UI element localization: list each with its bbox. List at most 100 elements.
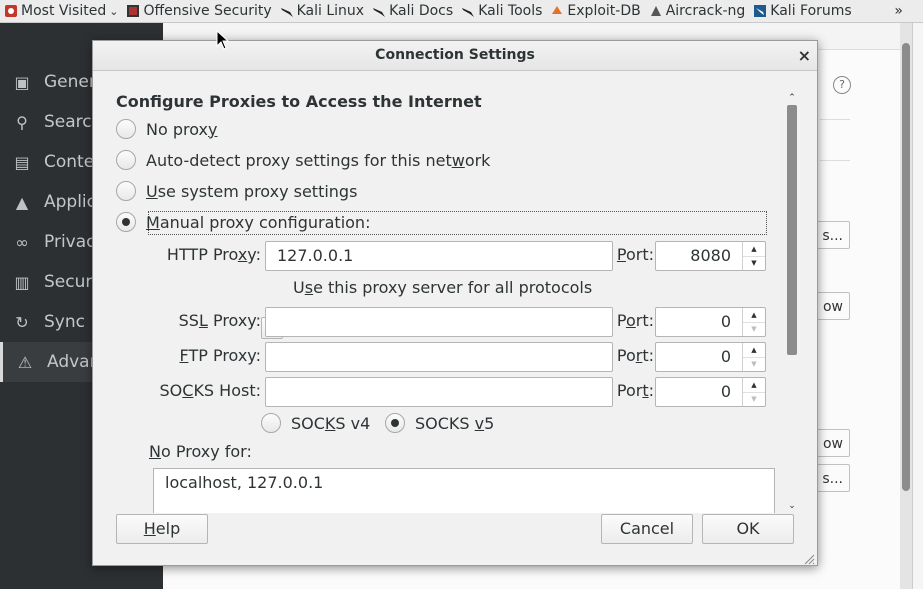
exploit-db-icon xyxy=(550,4,564,18)
scroll-down-icon[interactable]: ⌄ xyxy=(785,499,799,513)
option-label: Use system proxy settings xyxy=(146,181,358,201)
spin-down-icon[interactable]: ▼ xyxy=(743,256,765,270)
bookmark-most-visited[interactable]: Most Visited ⌄ xyxy=(0,0,122,22)
ssl-port-spinner[interactable]: 0 ▲ ▼ xyxy=(655,307,766,337)
help-button[interactable]: Help xyxy=(116,514,208,544)
socks-host-input[interactable] xyxy=(265,377,613,407)
bookmark-label: Exploit-DB xyxy=(567,3,641,19)
bookmark-label: Offensive Security xyxy=(143,3,272,19)
radio-button[interactable] xyxy=(116,150,136,170)
kali-dragon-icon xyxy=(372,4,386,18)
mouse-cursor-icon xyxy=(216,29,230,50)
preferences-scrollbar[interactable] xyxy=(900,23,912,589)
system-proxy-option[interactable]: Use system proxy settings xyxy=(116,181,357,201)
spin-up-icon[interactable]: ▲ xyxy=(743,308,765,323)
radio-button-selected[interactable] xyxy=(116,212,136,232)
port-value: 0 xyxy=(720,312,731,331)
bookmark-label: Kali Docs xyxy=(389,3,454,19)
spin-down-icon[interactable]: ▼ xyxy=(743,392,765,406)
bookmark-kali-docs[interactable]: Kali Docs xyxy=(368,0,457,22)
applications-icon: ▲ xyxy=(15,192,29,212)
security-lock-icon: ▥ xyxy=(14,272,30,292)
http-port-spinner[interactable]: 8080 ▲ ▼ xyxy=(655,241,766,271)
sidebar-item-label: Gener xyxy=(44,72,96,92)
radio-button[interactable] xyxy=(116,119,136,139)
radio-button[interactable] xyxy=(116,181,136,201)
scrollbar-thumb[interactable] xyxy=(787,105,797,355)
sidebar-item-label: Searc xyxy=(44,112,92,132)
search-icon: ⚲ xyxy=(16,112,28,132)
bookmark-label: Kali Tools xyxy=(478,3,543,19)
resize-grip-icon[interactable] xyxy=(803,551,815,565)
socks-v4-option[interactable]: SOCKS v4 xyxy=(261,413,370,433)
port-label: Port: xyxy=(616,245,654,264)
port-label: Port: xyxy=(616,346,654,365)
auto-detect-option[interactable]: Auto-detect proxy settings for this netw… xyxy=(116,150,490,170)
close-icon[interactable]: × xyxy=(798,41,811,70)
spin-down-icon[interactable]: ▼ xyxy=(743,357,765,371)
no-proxy-option[interactable]: No proxy xyxy=(116,119,217,139)
http-proxy-label: HTTP Proxy: xyxy=(166,245,261,264)
dialog-titlebar: Connection Settings × xyxy=(93,41,817,71)
socks-port-spinner[interactable]: 0 ▲ ▼ xyxy=(655,377,766,407)
sync-icon: ↻ xyxy=(15,312,29,332)
bookmark-kali-tools[interactable]: Kali Tools xyxy=(457,0,546,22)
scroll-up-icon[interactable]: ⌃ xyxy=(785,91,799,105)
ftp-port-spinner[interactable]: 0 ▲ ▼ xyxy=(655,342,766,372)
advanced-wizard-icon: ⚠ xyxy=(17,352,33,372)
option-label: Auto-detect proxy settings for this netw… xyxy=(146,150,491,170)
bookmarks-toolbar: Most Visited ⌄ Offensive Security Kali L… xyxy=(0,0,923,23)
general-icon: ▣ xyxy=(14,72,30,92)
option-label: SOCKS v5 xyxy=(415,413,495,433)
privacy-mask-icon: ∞ xyxy=(15,232,29,252)
divider xyxy=(820,160,850,161)
http-proxy-input[interactable]: 127.0.0.1 xyxy=(265,241,613,271)
bookmark-label: Kali Forums xyxy=(770,3,852,19)
port-value: 0 xyxy=(720,382,731,401)
dialog-title: Connection Settings xyxy=(375,47,535,63)
kali-forums-icon xyxy=(753,4,767,18)
section-heading: Configure Proxies to Access the Internet xyxy=(116,92,482,111)
no-proxy-for-label: No Proxy for: xyxy=(149,442,252,461)
manual-proxy-option[interactable]: Manual proxy configuration: xyxy=(116,212,370,232)
spin-up-icon[interactable]: ▲ xyxy=(743,378,765,393)
port-label: Port: xyxy=(616,381,654,400)
radio-button[interactable] xyxy=(261,413,281,433)
sidebar-item-label: Applic xyxy=(44,192,97,212)
bookmarks-overflow-button[interactable]: » xyxy=(894,0,903,22)
port-label: Port: xyxy=(616,311,654,330)
divider xyxy=(820,119,850,120)
bookmark-label: Kali Linux xyxy=(296,3,365,19)
option-label: Manual proxy configuration: xyxy=(146,212,371,232)
option-label: No proxy xyxy=(146,119,218,139)
bookmark-kali-linux[interactable]: Kali Linux xyxy=(276,0,368,22)
settings-gear-icon xyxy=(4,4,18,18)
socks-v5-option[interactable]: SOCKS v5 xyxy=(385,413,494,433)
all-protocols-label: Use this proxy server for all protocols xyxy=(293,278,593,297)
scrollbar-thumb[interactable] xyxy=(902,43,910,491)
offsec-icon xyxy=(126,4,140,18)
sidebar-item-label: Conte xyxy=(44,152,95,172)
socks-host-label: SOCKS Host: xyxy=(159,381,261,400)
spin-up-icon[interactable]: ▲ xyxy=(743,343,765,358)
connection-settings-dialog: Connection Settings × Configure Proxies … xyxy=(92,40,818,566)
dialog-scrollbar[interactable]: ⌃ ⌄ xyxy=(785,91,799,513)
bookmark-exploit-db[interactable]: Exploit-DB xyxy=(546,0,644,22)
aircrack-icon xyxy=(649,4,663,18)
spin-up-icon[interactable]: ▲ xyxy=(743,242,765,257)
scrollbar-track[interactable] xyxy=(787,105,797,501)
bookmark-offensive-security[interactable]: Offensive Security xyxy=(122,0,275,22)
spin-down-icon[interactable]: ▼ xyxy=(743,322,765,336)
help-icon[interactable]: ? xyxy=(833,76,851,94)
bookmark-aircrack-ng[interactable]: Aircrack-ng xyxy=(645,0,750,22)
ok-button[interactable]: OK xyxy=(702,514,794,544)
sidebar-item-label: Privac xyxy=(44,232,96,252)
kali-dragon-icon xyxy=(461,4,475,18)
bookmark-kali-forums[interactable]: Kali Forums xyxy=(749,0,855,22)
radio-button-selected[interactable] xyxy=(385,413,405,433)
option-label: SOCKS v4 xyxy=(291,413,371,433)
ssl-proxy-input[interactable] xyxy=(265,307,613,337)
ftp-proxy-input[interactable] xyxy=(265,342,613,372)
cancel-button[interactable]: Cancel xyxy=(601,514,693,544)
no-proxy-for-textarea[interactable]: localhost, 127.0.0.1 xyxy=(153,468,775,513)
